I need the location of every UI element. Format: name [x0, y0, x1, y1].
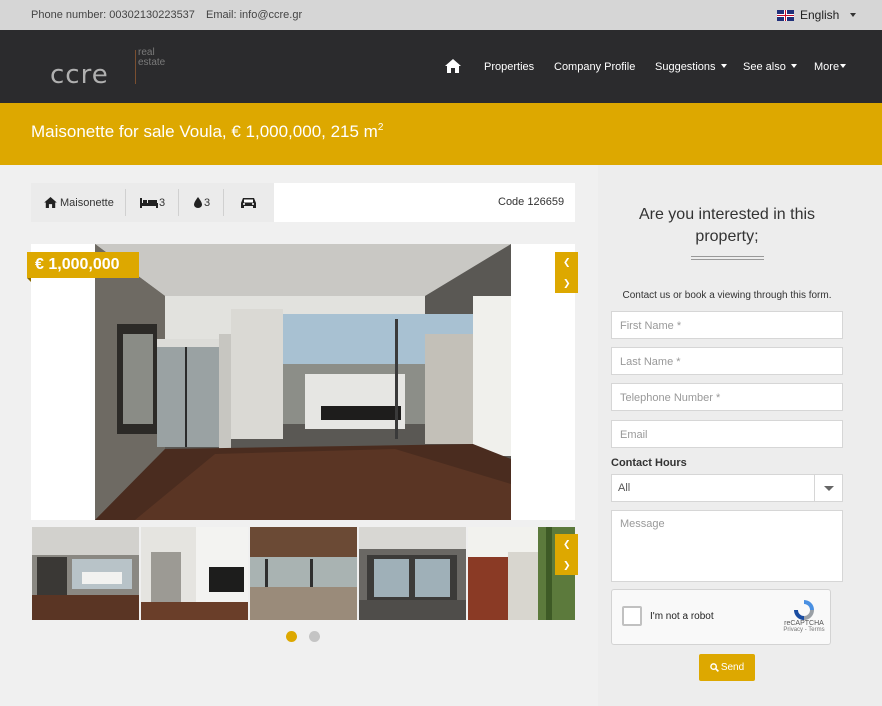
form-subtitle: Contact us or book a viewing through thi…: [622, 290, 832, 301]
recaptcha-widget: I'm not a robot reCAPTCHA Privacy - Term…: [611, 589, 831, 645]
pagination-dot-active[interactable]: [286, 631, 297, 642]
thumbnail[interactable]: [359, 527, 466, 620]
contact-hours-select[interactable]: All: [611, 474, 843, 502]
message-field[interactable]: Message: [611, 510, 843, 582]
title-bar: Maisonette for sale Voula, € 1,000,000, …: [0, 103, 882, 165]
last-name-field[interactable]: Last Name *: [611, 347, 843, 375]
thumbnail[interactable]: [250, 527, 357, 620]
logo-sub-line2: estate: [138, 57, 166, 68]
recaptcha-badge: reCAPTCHA Privacy - Terms: [780, 598, 828, 633]
thumbnail-arrows[interactable]: ❮ ❯: [555, 534, 578, 575]
bathrooms: 3: [194, 183, 210, 222]
main-navbar: ccre real estate Properties Company Prof…: [0, 30, 882, 103]
recaptcha-icon: [794, 600, 814, 620]
nav-company-profile[interactable]: Company Profile: [554, 61, 635, 73]
car-icon: [241, 197, 256, 208]
form-title: Are you interested in this property;: [638, 206, 816, 245]
recaptcha-label: I'm not a robot: [650, 611, 714, 622]
bedrooms-count: 3: [159, 196, 166, 209]
chevron-right-icon[interactable]: ❯: [563, 560, 571, 571]
chevron-down-icon: [840, 64, 847, 68]
nav-suggestions-label: Suggestions: [655, 61, 716, 73]
parking: [240, 183, 257, 222]
form-title-underline: [691, 256, 764, 257]
chevron-left-icon[interactable]: ❮: [563, 257, 571, 268]
property-type: Maisonette: [44, 183, 114, 222]
contact-info: Phone number: 00302130223537 Email: info…: [31, 9, 310, 21]
select-toggle[interactable]: [814, 475, 842, 501]
logo[interactable]: ccre real estate: [50, 46, 190, 91]
top-bar: Phone number: 00302130223537 Email: info…: [0, 0, 882, 30]
divider: [178, 189, 179, 216]
pagination-dot[interactable]: [309, 631, 320, 642]
water-drop-icon: [194, 197, 202, 208]
bedrooms: 3: [140, 183, 165, 222]
contact-hours-value: All: [618, 482, 631, 494]
main-photo-arrows[interactable]: ❮ ❯: [555, 252, 578, 293]
nav-see-also-label: See also: [743, 61, 786, 73]
divider: [223, 189, 224, 216]
price-badge: € 1,000,000: [27, 252, 139, 278]
divider: [125, 189, 126, 216]
thumbnail-strip: [31, 527, 575, 620]
chevron-down-icon: [824, 486, 834, 491]
contact-hours-label: Contact Hours: [611, 457, 687, 469]
chevron-left-icon[interactable]: ❮: [563, 539, 571, 550]
chevron-right-icon[interactable]: ❯: [563, 278, 571, 289]
logo-main: ccre: [50, 60, 109, 90]
thumbnail[interactable]: [32, 527, 139, 620]
page-title-text: Maisonette for sale Voula, € 1,000,000, …: [31, 122, 378, 141]
chevron-down-icon: [850, 13, 857, 17]
main-photo[interactable]: [95, 244, 511, 520]
uk-flag-icon: [777, 9, 794, 21]
property-info-strip: Maisonette 3 3 Code 126659: [31, 183, 575, 222]
nav-properties[interactable]: Properties: [484, 61, 534, 73]
chevron-down-icon: [720, 64, 727, 68]
form-title-underline: [691, 259, 764, 260]
thumbnail[interactable]: [141, 527, 248, 620]
page-title-sup: 2: [377, 122, 384, 133]
email-address[interactable]: Email: info@ccre.gr: [206, 9, 302, 21]
home-icon: [44, 197, 57, 208]
recaptcha-checkbox[interactable]: [622, 606, 642, 626]
home-icon[interactable]: [445, 59, 461, 73]
chevron-down-icon: [790, 64, 797, 68]
search-icon: [709, 663, 719, 672]
property-type-label: Maisonette: [60, 196, 114, 209]
language-label: English: [800, 8, 840, 22]
nav-more[interactable]: More: [814, 61, 847, 73]
send-button[interactable]: Send: [699, 654, 755, 681]
property-code: Code 126659: [498, 196, 565, 208]
recaptcha-links[interactable]: Privacy - Terms: [780, 627, 828, 633]
language-selector[interactable]: English: [777, 8, 857, 22]
first-name-field[interactable]: First Name *: [611, 311, 843, 339]
nav-more-label: More: [814, 61, 840, 73]
bed-icon: [140, 197, 158, 208]
nav-suggestions[interactable]: Suggestions: [655, 61, 727, 73]
logo-divider: [135, 50, 136, 84]
page-title: Maisonette for sale Voula, € 1,000,000, …: [31, 122, 383, 142]
send-button-label: Send: [720, 662, 745, 673]
price-badge-fold: [27, 278, 31, 282]
bathrooms-count: 3: [204, 196, 211, 209]
main-photo-frame: [31, 244, 575, 520]
phone-number: Phone number: 00302130223537: [31, 9, 195, 21]
nav-see-also[interactable]: See also: [743, 61, 797, 73]
telephone-field[interactable]: Telephone Number *: [611, 383, 843, 411]
logo-sub: real estate: [138, 48, 165, 68]
email-field[interactable]: Email: [611, 420, 843, 448]
